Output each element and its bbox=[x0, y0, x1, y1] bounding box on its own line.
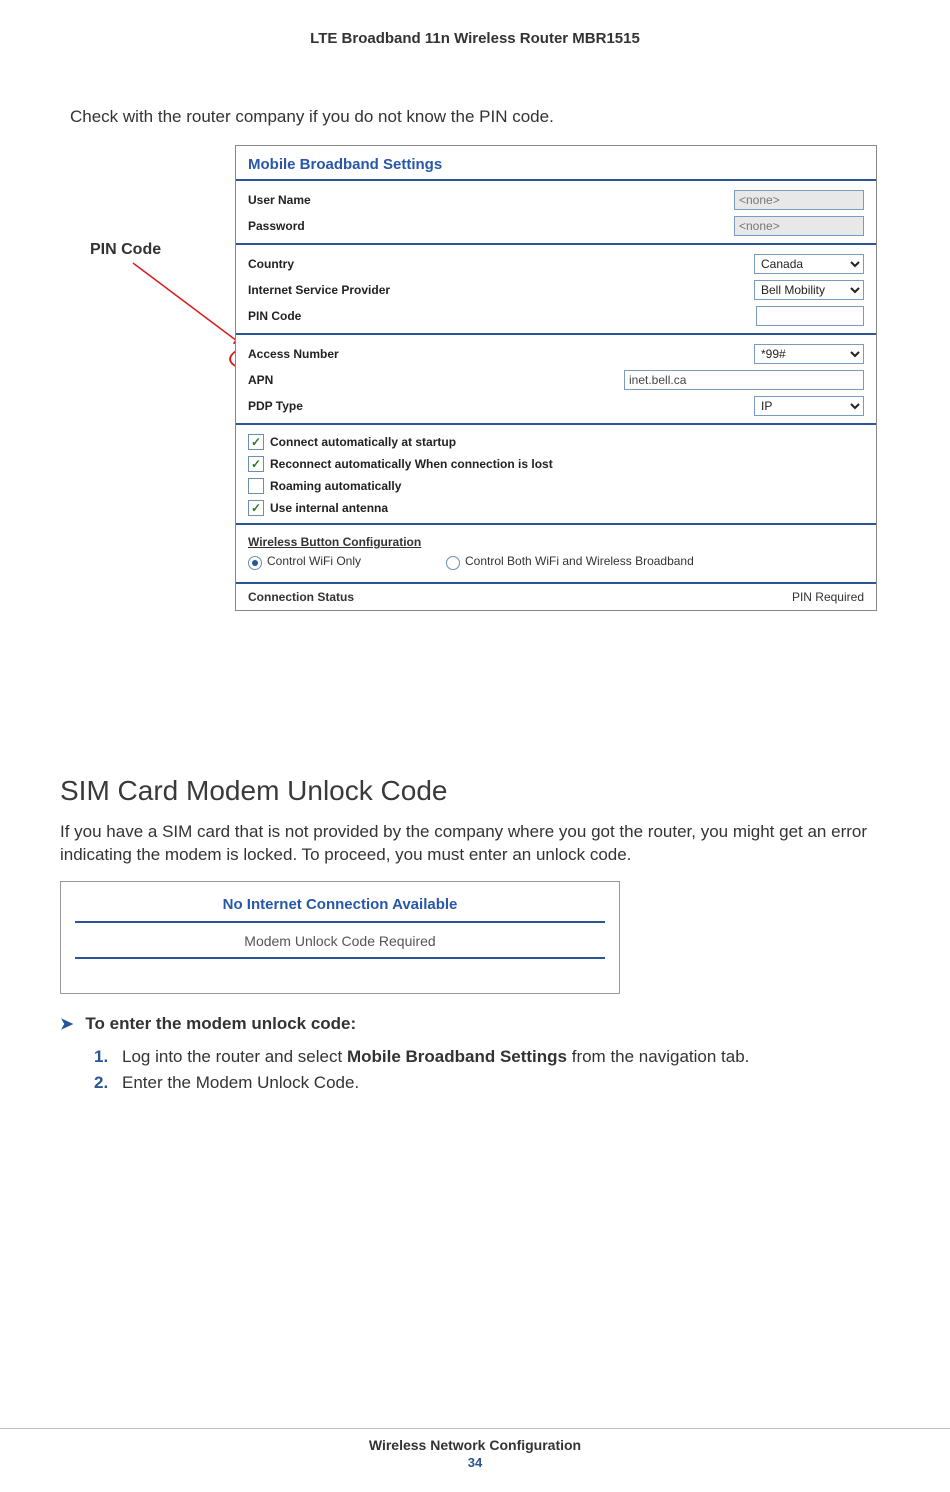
network-section: Country Canada Internet Service Provider… bbox=[236, 245, 876, 335]
reconnect-checkbox[interactable]: ✓ bbox=[248, 456, 264, 472]
options-section: ✓ Connect automatically at startup ✓ Rec… bbox=[236, 425, 876, 525]
password-label: Password bbox=[248, 219, 305, 233]
roaming-label: Roaming automatically bbox=[270, 479, 401, 493]
pin-label: PIN Code bbox=[248, 309, 301, 323]
document-header: LTE Broadband 11n Wireless Router MBR151… bbox=[60, 30, 890, 47]
wifi-only-label: Control WiFi Only bbox=[267, 554, 361, 568]
apn-input[interactable] bbox=[624, 370, 864, 390]
roaming-checkbox[interactable] bbox=[248, 478, 264, 494]
both-label: Control Both WiFi and Wireless Broadband bbox=[465, 554, 694, 568]
document-page: LTE Broadband 11n Wireless Router MBR151… bbox=[0, 0, 950, 1492]
reconnect-label: Reconnect automatically When connection … bbox=[270, 457, 553, 471]
step-2: Enter the Modem Unlock Code. bbox=[94, 1070, 890, 1096]
step-1: Log into the router and select Mobile Br… bbox=[94, 1044, 890, 1070]
section-heading: SIM Card Modem Unlock Code bbox=[60, 775, 890, 807]
procedure-heading: ➤ To enter the modem unlock code: bbox=[60, 1014, 890, 1034]
procedure-arrow-icon: ➤ bbox=[60, 1014, 73, 1034]
figure-container: PIN Code Mobile Broadband Settings User … bbox=[70, 145, 890, 755]
pin-input[interactable] bbox=[756, 306, 864, 326]
footer-section-name: Wireless Network Configuration bbox=[0, 1437, 950, 1453]
startup-label: Connect automatically at startup bbox=[270, 435, 456, 449]
intro-text: Check with the router company if you do … bbox=[70, 107, 890, 127]
both-radio[interactable] bbox=[446, 556, 460, 570]
access-select[interactable]: *99# bbox=[754, 344, 864, 364]
procedure-title: To enter the modem unlock code: bbox=[85, 1014, 356, 1034]
access-label: Access Number bbox=[248, 347, 339, 361]
country-label: Country bbox=[248, 257, 294, 271]
username-label: User Name bbox=[248, 193, 311, 207]
pdp-select[interactable]: IP bbox=[754, 396, 864, 416]
footer-page-number: 34 bbox=[0, 1455, 950, 1470]
connection-status-row: Connection Status PIN Required bbox=[236, 584, 876, 610]
page-footer: Wireless Network Configuration 34 bbox=[0, 1428, 950, 1470]
isp-label: Internet Service Provider bbox=[248, 283, 390, 297]
pdp-label: PDP Type bbox=[248, 399, 303, 413]
username-input[interactable] bbox=[734, 190, 864, 210]
section-paragraph: If you have a SIM card that is not provi… bbox=[60, 821, 890, 867]
wbc-section: Wireless Button Configuration Control Wi… bbox=[236, 525, 876, 584]
no-connection-message: Modem Unlock Code Required bbox=[75, 923, 605, 959]
connection-status-value: PIN Required bbox=[792, 590, 864, 604]
country-select[interactable]: Canada bbox=[754, 254, 864, 274]
settings-panel: Mobile Broadband Settings User Name Pass… bbox=[235, 145, 877, 611]
credentials-section: User Name Password bbox=[236, 181, 876, 245]
wifi-only-radio[interactable] bbox=[248, 556, 262, 570]
procedure-steps: Log into the router and select Mobile Br… bbox=[94, 1044, 890, 1096]
apn-label: APN bbox=[248, 373, 273, 387]
wbc-title: Wireless Button Configuration bbox=[248, 531, 864, 552]
apn-section: Access Number *99# APN PDP Type IP bbox=[236, 335, 876, 425]
isp-select[interactable]: Bell Mobility bbox=[754, 280, 864, 300]
no-connection-panel: No Internet Connection Available Modem U… bbox=[60, 881, 620, 994]
no-connection-title: No Internet Connection Available bbox=[75, 896, 605, 923]
connection-status-label: Connection Status bbox=[248, 590, 354, 604]
password-input[interactable] bbox=[734, 216, 864, 236]
panel-title: Mobile Broadband Settings bbox=[236, 146, 876, 181]
antenna-checkbox[interactable]: ✓ bbox=[248, 500, 264, 516]
callout-label: PIN Code bbox=[90, 241, 161, 259]
startup-checkbox[interactable]: ✓ bbox=[248, 434, 264, 450]
antenna-label: Use internal antenna bbox=[270, 501, 388, 515]
